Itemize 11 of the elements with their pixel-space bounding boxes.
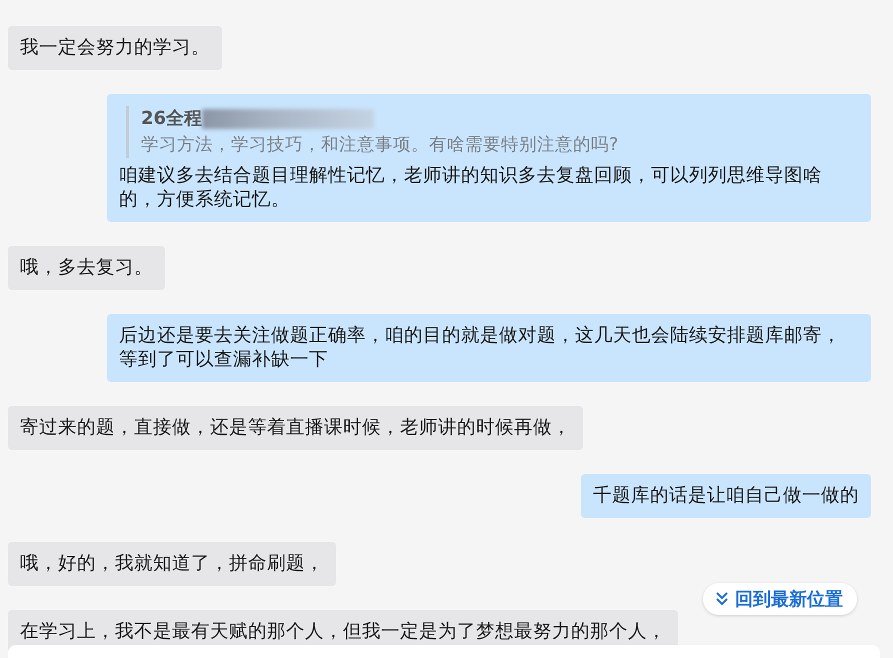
double-chevron-down-icon	[715, 591, 729, 607]
quoted-title: 26全程	[141, 107, 202, 131]
message-bubble: 寄过来的题，直接做，还是等着直播课时候，老师讲的时候再做，	[8, 406, 583, 450]
message-bubble: 哦，好的，我就知道了，拼命刷题，	[8, 542, 336, 586]
message-bubble: 我一定会努力的学习。	[8, 26, 222, 70]
message-bubble: 千题库的话是让咱自己做一做的	[581, 474, 871, 518]
message-text: 咱建议多去结合题目理解性记忆，老师讲的知识多去复盘回顾，可以列列思维导图啥的，方便系统记忆。	[119, 164, 823, 212]
quoted-text: 学习方法，学习技巧，和注意事项。有啥需要特别注意的吗?	[141, 134, 620, 157]
message-bubble: 后边还是要去关注做题正确率，咱的目的就是做对题，这几天也会陆续安排题库邮寄，等到了可以查漏补缺一下	[107, 314, 871, 382]
message-bubble: 哦，多去复习。	[8, 246, 165, 290]
jump-to-latest-button[interactable]: 回到最新位置	[703, 583, 857, 615]
